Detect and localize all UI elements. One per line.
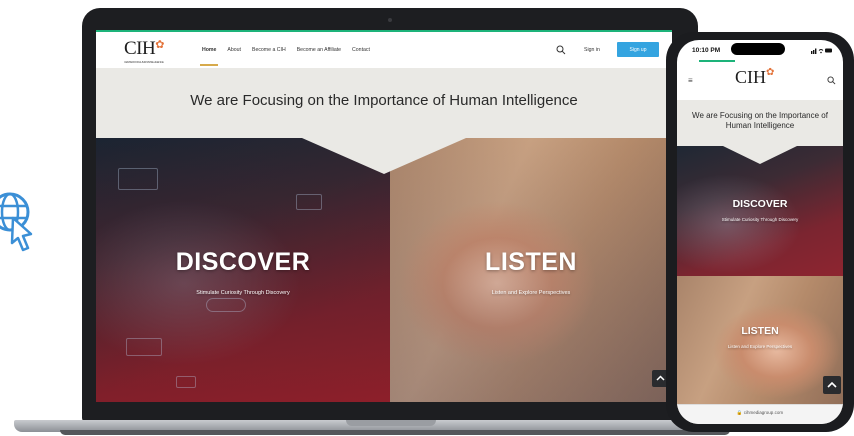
hud-decoration bbox=[118, 168, 158, 190]
laptop-camera bbox=[388, 18, 392, 22]
hud-decoration bbox=[126, 338, 162, 356]
discover-subtitle: Stimulate Curiosity Through Discovery bbox=[196, 290, 290, 296]
lock-icon: 🔒 bbox=[736, 410, 743, 415]
phone-accent-bar bbox=[699, 60, 735, 62]
nav-item-become-affiliate[interactable]: Become an Affiliate bbox=[297, 47, 341, 53]
search-icon[interactable] bbox=[556, 45, 566, 55]
listen-panel[interactable]: LISTEN Listen and Explore Perspectives bbox=[390, 138, 672, 402]
laptop-notch bbox=[346, 420, 436, 426]
phone-url-bar[interactable]: 🔒 cihmediagroup.com bbox=[677, 404, 843, 424]
signin-link[interactable]: Sign in bbox=[584, 47, 600, 53]
phone-status-icons bbox=[811, 47, 833, 56]
listen-subtitle: Listen and Explore Perspectives bbox=[491, 290, 571, 296]
hud-decoration bbox=[296, 194, 322, 210]
nav-item-contact[interactable]: Contact bbox=[352, 47, 370, 53]
device-mockup-stage: CIH✿ CENTER FOR HUMAN INTELLIGENCE Home … bbox=[0, 0, 854, 436]
phone-time: 10:10 PM bbox=[692, 47, 721, 54]
listen-title: LISTEN bbox=[485, 248, 577, 276]
hud-decoration bbox=[206, 298, 246, 312]
signup-button[interactable]: Sign up bbox=[617, 42, 659, 57]
logo-flower-icon: ✿ bbox=[766, 67, 775, 78]
phone-listen-subtitle: Listen and Explore Perspectives bbox=[727, 344, 793, 349]
discover-title: DISCOVER bbox=[175, 248, 311, 276]
search-icon[interactable] bbox=[827, 76, 836, 85]
section-divider-wedge bbox=[302, 138, 466, 174]
phone-logo[interactable]: CIH✿ bbox=[735, 67, 774, 88]
phone-logo-text: CIH bbox=[735, 67, 766, 87]
phone-section-divider-wedge bbox=[723, 146, 797, 164]
chevron-up-icon bbox=[827, 381, 837, 388]
logo-text: CIH bbox=[124, 38, 156, 59]
phone-listen-panel[interactable]: LISTEN Listen and Explore Perspectives bbox=[677, 276, 843, 412]
nav-item-home[interactable]: Home bbox=[199, 47, 219, 66]
laptop-base-shadow bbox=[60, 430, 730, 435]
hero-band: We are Focusing on the Importance of Hum… bbox=[96, 68, 672, 138]
phone-hero-title: We are Focusing on the Importance of Hum… bbox=[692, 111, 828, 130]
site-logo[interactable]: CIH✿ CENTER FOR HUMAN INTELLIGENCE bbox=[124, 38, 164, 64]
hud-decoration bbox=[176, 376, 196, 388]
phone-discover-subtitle: Stimulate Curiosity Through Discovery bbox=[721, 217, 799, 222]
phone-dynamic-island bbox=[731, 43, 785, 55]
phone-scroll-top-button[interactable] bbox=[823, 376, 841, 394]
signal-wifi-battery-icon bbox=[811, 48, 832, 54]
phone-hero-band: We are Focusing on the Importance of Hum… bbox=[677, 100, 843, 146]
phone-listen-title: LISTEN bbox=[741, 325, 779, 337]
phone-discover-panel[interactable]: DISCOVER Stimulate Curiosity Through Dis… bbox=[677, 146, 843, 276]
discover-panel[interactable]: DISCOVER Stimulate Curiosity Through Dis… bbox=[96, 138, 390, 402]
nav-item-become-cih[interactable]: Become a CIH bbox=[252, 47, 286, 53]
hero-title: We are Focusing on the Importance of Hum… bbox=[190, 92, 578, 109]
logo-flower-icon: ✿ bbox=[155, 39, 164, 51]
web-cursor-icon bbox=[0, 192, 33, 252]
phone-url: 🔒 cihmediagroup.com bbox=[677, 410, 843, 416]
phone-discover-title: DISCOVER bbox=[732, 198, 788, 210]
laptop-screen: CIH✿ CENTER FOR HUMAN INTELLIGENCE Home … bbox=[96, 30, 672, 402]
menu-icon[interactable]: ≡ bbox=[688, 76, 693, 85]
phone-screen: 10:10 PM ≡ CIH✿ We are Focusing on the I… bbox=[677, 40, 843, 424]
logo-tagline: CENTER FOR HUMAN INTELLIGENCE bbox=[124, 60, 164, 64]
main-nav: Home About Become a CIH Become an Affili… bbox=[199, 47, 370, 66]
nav-item-about[interactable]: About bbox=[227, 47, 241, 53]
phone-url-text: cihmediagroup.com bbox=[743, 410, 784, 415]
site-header: CIH✿ CENTER FOR HUMAN INTELLIGENCE Home … bbox=[96, 30, 672, 68]
